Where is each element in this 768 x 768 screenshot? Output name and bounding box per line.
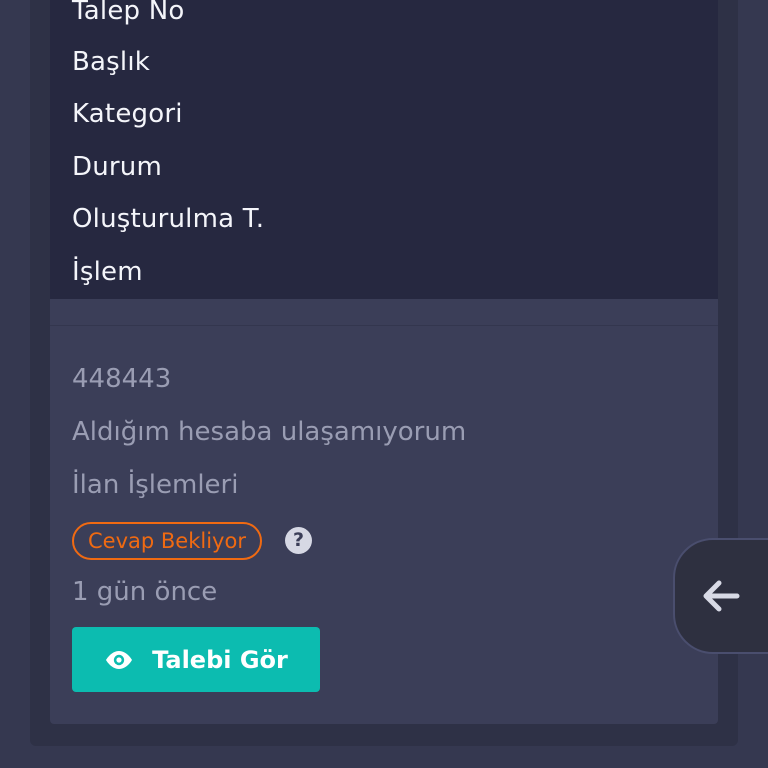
eye-icon [106,650,133,669]
row-divider [50,325,718,326]
table-header [50,0,718,299]
header-created-at: Oluşturulma T. [72,204,265,234]
ticket-created-at: 1 gün önce [72,577,218,607]
header-action: İşlem [72,257,143,287]
view-ticket-label: Talebi Gör [152,645,288,674]
header-title: Başlık [72,47,151,77]
status-badge: Cevap Bekliyor [72,522,262,560]
header-ticket-no: Talep No [72,0,185,26]
question-circle-icon[interactable]: ? [285,527,312,554]
header-status: Durum [72,152,162,182]
header-category: Kategori [72,99,183,129]
ticket-title: Aldığım hesaba ulaşamıyorum [72,417,467,447]
view-ticket-button[interactable]: Talebi Gör [72,627,320,692]
arrow-left-icon [703,580,740,612]
ticket-number: 448443 [72,364,172,394]
ticket-category: İlan İşlemleri [72,470,239,500]
back-button[interactable] [673,538,768,654]
